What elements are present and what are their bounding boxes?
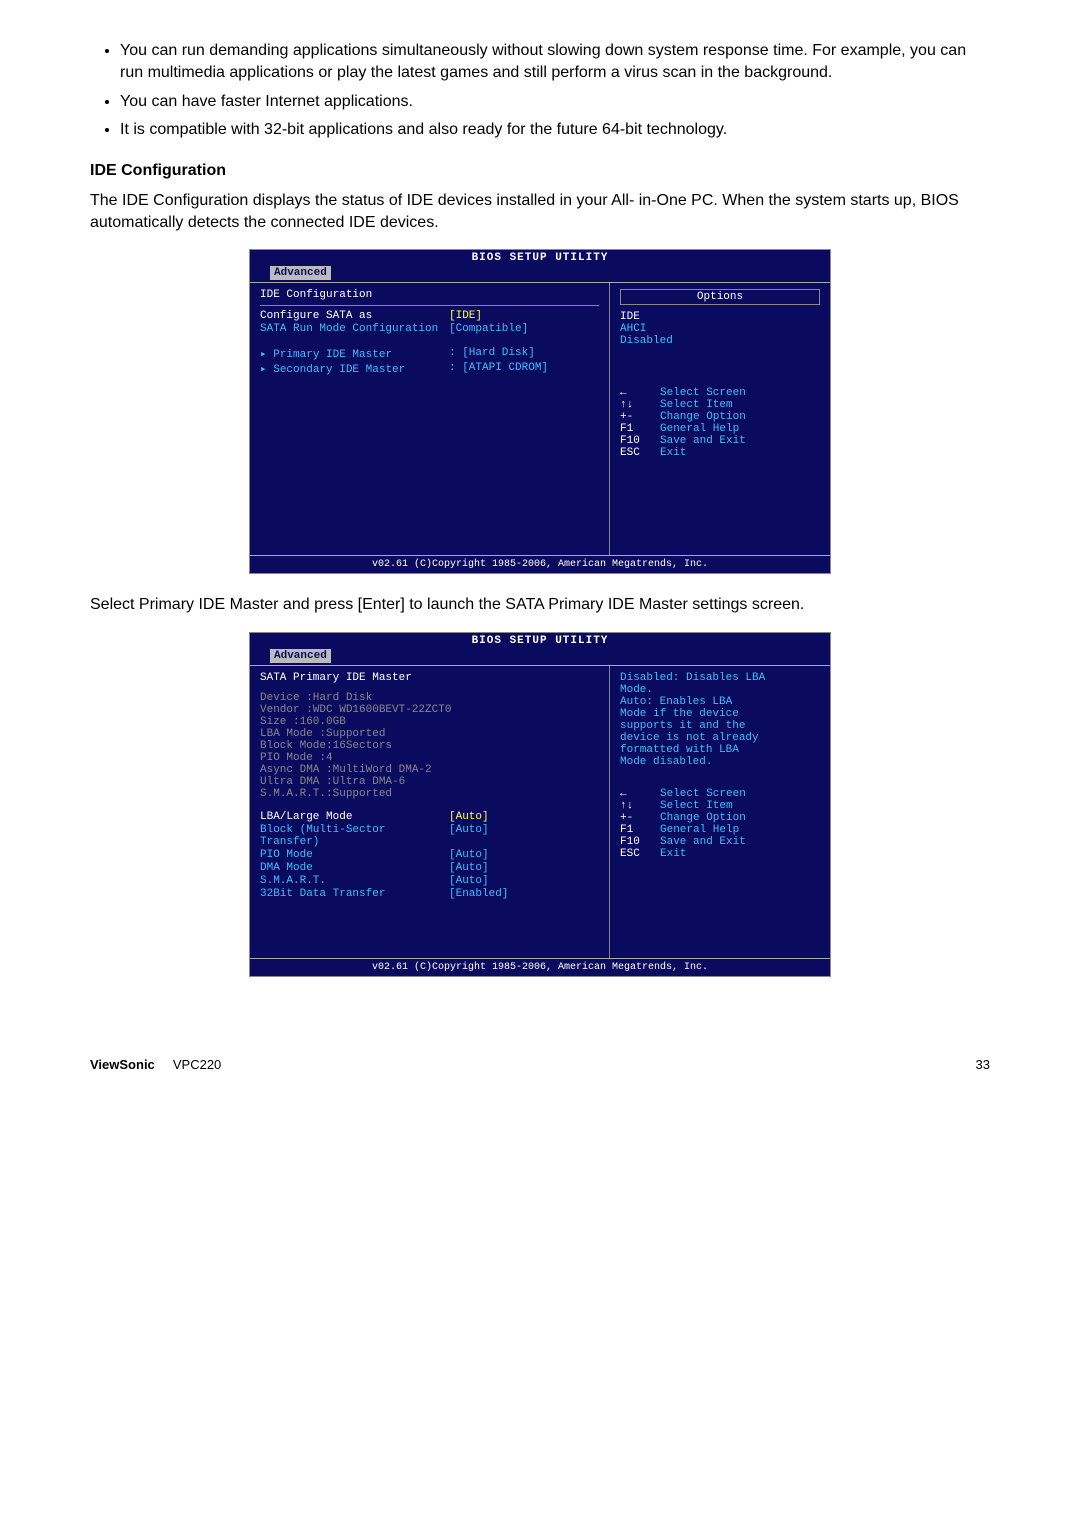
bios-setting-label: Configure SATA as [260,310,449,322]
bios-setting-value: [IDE] [449,310,599,322]
bullet-list: You can run demanding applications simul… [90,40,990,142]
bios-setting-label: PIO Mode [260,849,449,861]
legend-key: +- [620,411,660,423]
bios-setting-label: S.M.A.R.T. [260,875,449,887]
bios-setting-label: DMA Mode [260,862,449,874]
legend-action: General Help [660,824,739,836]
bios-help-line: supports it and the [620,720,820,732]
bios-key-legend: ←Select Screen ↑↓Select Item +-Change Op… [620,387,820,459]
bios-info-line: Vendor :WDC WD1600BEVT-22ZCT0 [260,704,599,716]
section-heading: IDE Configuration [90,162,990,180]
bios-setting-value: [Auto] [449,811,599,823]
bios-info-line: PIO Mode :4 [260,752,599,764]
bios-setting-value: [Auto] [449,824,599,848]
legend-action: Exit [660,447,686,459]
bios-screenshot-ide-config: BIOS SETUP UTILITY Advanced IDE Configur… [249,249,831,574]
bios-submenu-value: : [ATAPI CDROM] [449,362,599,376]
bios-submenu-value: : [Hard Disk] [449,347,599,361]
bios-left-panel: SATA Primary IDE Master Device :Hard Dis… [250,666,610,958]
bios-info-line: S.M.A.R.T.:Supported [260,788,599,800]
bios-option: AHCI [620,323,820,335]
legend-key: F10 [620,836,660,848]
bios-info-line: Ultra DMA :Ultra DMA-6 [260,776,599,788]
legend-action: Save and Exit [660,836,746,848]
bios-setting-label: Block (Multi-Sector Transfer) [260,824,449,848]
legend-key: ↑↓ [620,800,660,812]
bios-setting-label: SATA Run Mode Configuration [260,323,449,335]
legend-action: Change Option [660,812,746,824]
bios-submenu-label: ▸ Primary IDE Master [260,347,449,361]
footer-model: VPC220 [173,1057,221,1072]
legend-action: Select Screen [660,387,746,399]
bios-info-line: Block Mode:16Sectors [260,740,599,752]
legend-action: Change Option [660,411,746,423]
legend-key: ← [620,788,660,800]
bios-help-line: Mode. [620,684,820,696]
legend-action: General Help [660,423,739,435]
legend-action: Select Item [660,800,733,812]
legend-key: ESC [620,848,660,860]
bios-setting-value: [Auto] [449,849,599,861]
legend-action: Save and Exit [660,435,746,447]
bios-tab-bar: Advanced [250,649,830,665]
bios-right-panel: Disabled: Disables LBA Mode. Auto: Enabl… [610,666,830,958]
bullet-item: It is compatible with 32-bit application… [120,119,990,141]
bios-setting-value: [Auto] [449,862,599,874]
bios-footer: v02.61 (C)Copyright 1985-2006, American … [250,556,830,573]
bios-panel-title: SATA Primary IDE Master [260,672,599,684]
bios-panel-title: IDE Configuration [260,289,599,301]
bios-setting-label: 32Bit Data Transfer [260,888,449,900]
legend-key: F10 [620,435,660,447]
bios-key-legend: ←Select Screen ↑↓Select Item +-Change Op… [620,788,820,860]
legend-key: ← [620,387,660,399]
legend-action: Select Item [660,399,733,411]
bios-title: BIOS SETUP UTILITY [250,633,830,649]
bios-help-line: Disabled: Disables LBA [620,672,820,684]
bios-info-line: Size :160.0GB [260,716,599,728]
bios-info-line: LBA Mode :Supported [260,728,599,740]
bios-footer: v02.61 (C)Copyright 1985-2006, American … [250,959,830,976]
bios-help-line: Mode if the device [620,708,820,720]
legend-key: F1 [620,423,660,435]
section-paragraph: The IDE Configuration displays the statu… [90,190,990,235]
mid-paragraph: Select Primary IDE Master and press [Ent… [90,594,990,616]
bios-setting-value: [Enabled] [449,888,599,900]
bios-help-line: device is not already [620,732,820,744]
bullet-item: You can run demanding applications simul… [120,40,990,85]
bios-setting-label: LBA/Large Mode [260,811,449,823]
legend-key: ESC [620,447,660,459]
bios-help-line: Auto: Enables LBA [620,696,820,708]
legend-key: +- [620,812,660,824]
footer-page-number: 33 [976,1057,990,1072]
bios-option: IDE [620,311,820,323]
page-footer: ViewSonic VPC220 33 [90,1057,990,1072]
bios-help-line: formatted with LBA [620,744,820,756]
bios-tab-advanced: Advanced [270,266,331,280]
bios-setting-value: [Auto] [449,875,599,887]
legend-action: Exit [660,848,686,860]
bios-screenshot-sata-primary: BIOS SETUP UTILITY Advanced SATA Primary… [249,632,831,977]
bios-option: Disabled [620,335,820,347]
bios-right-panel: Options IDE AHCI Disabled ←Select Screen… [610,283,830,555]
bios-help-line: Mode disabled. [620,756,820,768]
bios-info-line: Device :Hard Disk [260,692,599,704]
bios-tab-advanced: Advanced [270,649,331,663]
bios-title: BIOS SETUP UTILITY [250,250,830,266]
bios-submenu-label: ▸ Secondary IDE Master [260,362,449,376]
bios-tab-bar: Advanced [250,266,830,282]
footer-brand: ViewSonic [90,1057,155,1072]
legend-action: Select Screen [660,788,746,800]
legend-key: ↑↓ [620,399,660,411]
bullet-item: You can have faster Internet application… [120,91,990,113]
bios-left-panel: IDE Configuration Configure SATA as [IDE… [250,283,610,555]
bios-info-line: Async DMA :MultiWord DMA-2 [260,764,599,776]
bios-options-heading: Options [620,289,820,305]
bios-setting-value: [Compatible] [449,323,599,335]
legend-key: F1 [620,824,660,836]
